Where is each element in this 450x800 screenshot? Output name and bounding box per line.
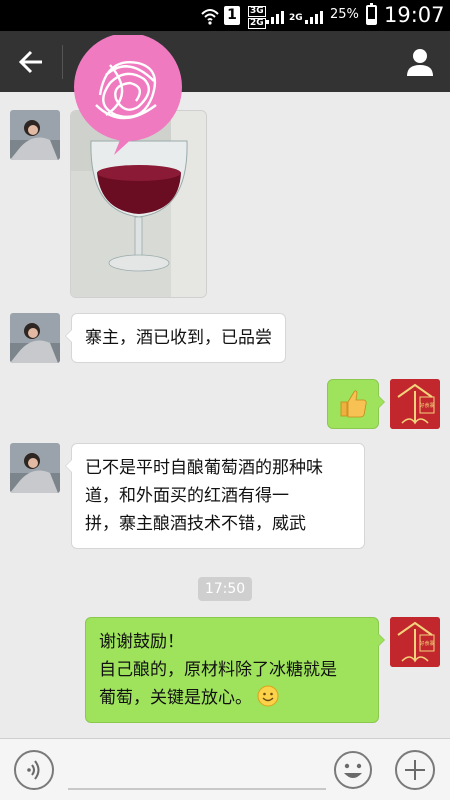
person-icon[interactable] xyxy=(403,46,437,78)
battery-icon xyxy=(366,3,377,25)
my-avatar[interactable]: 好食寨 xyxy=(390,379,440,429)
message-line: 已不是平时自酿葡萄酒的那种味 xyxy=(85,458,323,478)
message-input[interactable] xyxy=(68,788,326,790)
voice-button[interactable] xyxy=(14,750,54,790)
contact-photo xyxy=(10,110,60,160)
plus-icon[interactable] xyxy=(395,750,435,790)
message-line: 拼，寨主酿酒技术不错，威武 xyxy=(85,514,306,534)
message-line: 谢谢鼓励！ xyxy=(99,632,184,652)
message-bubble-incoming[interactable]: 已不是平时自酿葡萄酒的那种味 道，和外面买的红酒有得一 拼，寨主酿酒技术不错，威… xyxy=(65,443,365,549)
thumbs-up-icon xyxy=(340,390,367,418)
contact-avatar[interactable] xyxy=(10,443,60,493)
signal-icon-a xyxy=(266,11,284,24)
network-type-a: 3G 2G xyxy=(248,6,266,30)
contact-photo xyxy=(10,313,60,363)
emoji-icon xyxy=(334,751,372,789)
message-line: 葡萄，关键是放心。 xyxy=(99,688,252,708)
wifi-icon xyxy=(201,9,219,25)
message-text: 寨主，酒已收到，已品尝 xyxy=(85,328,272,348)
clock: 19:07 xyxy=(384,3,445,27)
contact-avatar[interactable] xyxy=(10,110,60,160)
my-avatar-text: 好食寨 xyxy=(419,640,434,647)
network-type-a-bottom: 2G xyxy=(248,18,266,29)
message-bubble-outgoing[interactable]: 谢谢鼓励！ 自己酿的，原材料除了冰糖就是 葡萄，关键是放心。 xyxy=(85,617,385,723)
message-bubble-incoming[interactable]: 寨主，酒已收到，已品尝 xyxy=(65,313,286,363)
my-avatar-logo: 好食寨 xyxy=(390,617,440,667)
sim-slot-badge: 1 xyxy=(224,6,240,25)
smile-icon xyxy=(257,685,279,707)
contact-avatar[interactable] xyxy=(10,313,60,363)
signal-icon-b xyxy=(305,11,323,24)
message-line: 自己酿的，原材料除了冰糖就是 xyxy=(99,660,337,680)
nav-divider xyxy=(62,45,63,79)
timestamp-divider: 17:50 xyxy=(198,577,252,601)
my-avatar-text: 好食寨 xyxy=(419,402,434,409)
message-bubble-outgoing[interactable] xyxy=(327,379,385,429)
my-avatar-logo: 好食寨 xyxy=(390,379,440,429)
emoji-button[interactable] xyxy=(333,750,373,790)
network-type-b: 2G xyxy=(289,13,303,23)
network-type-a-top: 3G xyxy=(248,6,266,17)
status-bar: 1 3G 2G 2G 25% 19:07 xyxy=(0,0,450,31)
chat-input-bar xyxy=(0,738,450,800)
arrow-left-icon[interactable] xyxy=(14,46,48,78)
message-line: 道，和外面买的红酒有得一 xyxy=(85,486,289,506)
message-line-last: 葡萄，关键是放心。 xyxy=(99,684,365,712)
contact-photo xyxy=(10,443,60,493)
battery-percent: 25% xyxy=(330,7,359,22)
redaction-scribble xyxy=(74,35,182,155)
my-avatar[interactable]: 好食寨 xyxy=(390,617,440,667)
voice-icon xyxy=(27,760,40,780)
